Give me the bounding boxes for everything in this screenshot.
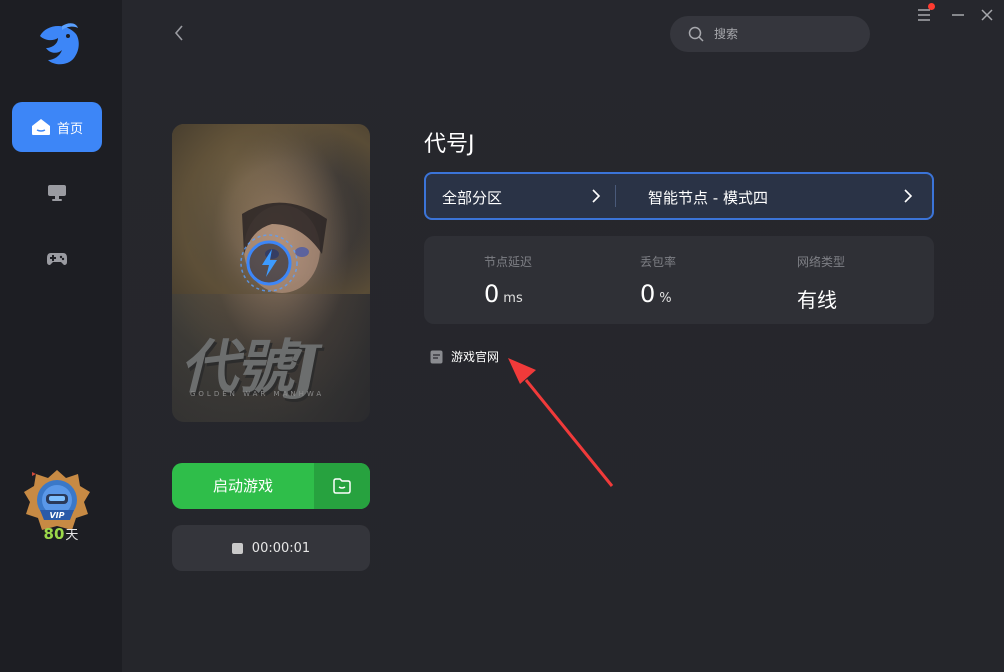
search-input[interactable]	[712, 21, 856, 47]
game-cover-image: 代號J GOLDEN WAR MANHWA	[172, 124, 370, 422]
app-logo-icon[interactable]	[32, 20, 82, 68]
back-button[interactable]	[168, 22, 190, 44]
cover-game-subtitle: GOLDEN WAR MANHWA	[190, 390, 325, 398]
start-game-button[interactable]: 启动游戏	[172, 463, 370, 509]
stop-icon[interactable]	[231, 542, 243, 554]
vip-badge-text: VIP	[49, 511, 64, 520]
gamepad-icon	[47, 253, 67, 265]
stat-label: 网络类型	[797, 255, 846, 269]
stat-value: 0%	[640, 280, 672, 308]
monitor-icon	[48, 185, 66, 201]
start-game-label: 启动游戏	[212, 477, 273, 495]
home-icon	[31, 119, 50, 135]
selector-divider	[615, 185, 616, 207]
open-folder-button[interactable]	[314, 463, 370, 509]
stat-unit: %	[659, 291, 672, 306]
notification-dot	[928, 3, 935, 10]
official-site-link[interactable]: 游戏官网	[430, 348, 499, 365]
stat-value: 0 ms	[484, 280, 523, 308]
vip-days-unit: 天	[65, 528, 79, 543]
sidebar-item-games[interactable]	[12, 234, 102, 284]
node-selector-label[interactable]: 智能节点 - 模式四	[648, 187, 768, 208]
sidebar-item-monitor[interactable]	[12, 168, 102, 218]
search-icon	[688, 26, 704, 42]
vip-days-remaining: 80天	[0, 524, 122, 543]
region-selector-label[interactable]: 全部分区	[442, 187, 502, 208]
server-selector[interactable]: 全部分区 智能节点 - 模式四	[424, 172, 934, 220]
chevron-left-icon	[174, 25, 183, 41]
stat-label: 丢包率	[640, 255, 677, 269]
chevron-right-icon[interactable]	[586, 185, 606, 207]
stat-number: 0	[640, 280, 656, 308]
official-site-label[interactable]: 游戏官网	[451, 348, 499, 365]
close-icon[interactable]	[978, 6, 996, 24]
sidebar-item-label: 首页	[56, 121, 83, 137]
game-title: 代号J	[424, 132, 475, 157]
chevron-right-icon[interactable]	[898, 185, 918, 207]
annotation-arrow-icon	[508, 358, 614, 487]
vip-days-value: 80	[43, 525, 65, 543]
document-icon	[430, 350, 443, 363]
network-stats-panel: 节点延迟 0 ms 丢包率 0% 网络类型 有线	[424, 236, 934, 324]
stat-unit: ms	[503, 291, 523, 306]
sidebar: 首页 VIP 80天	[0, 0, 122, 672]
sidebar-item-home[interactable]: 首页	[12, 102, 102, 152]
accelerate-lightning-icon[interactable]	[238, 232, 300, 294]
accelerate-timer[interactable]: 00:00:01	[172, 525, 370, 571]
search-box[interactable]	[670, 16, 870, 52]
stat-number: 0	[484, 280, 500, 308]
minimize-icon[interactable]	[949, 6, 967, 24]
folder-icon	[333, 478, 351, 494]
timer-value: 00:00:01	[251, 540, 311, 556]
stat-label: 节点延迟	[484, 255, 533, 269]
stat-value: 有线	[797, 288, 837, 312]
